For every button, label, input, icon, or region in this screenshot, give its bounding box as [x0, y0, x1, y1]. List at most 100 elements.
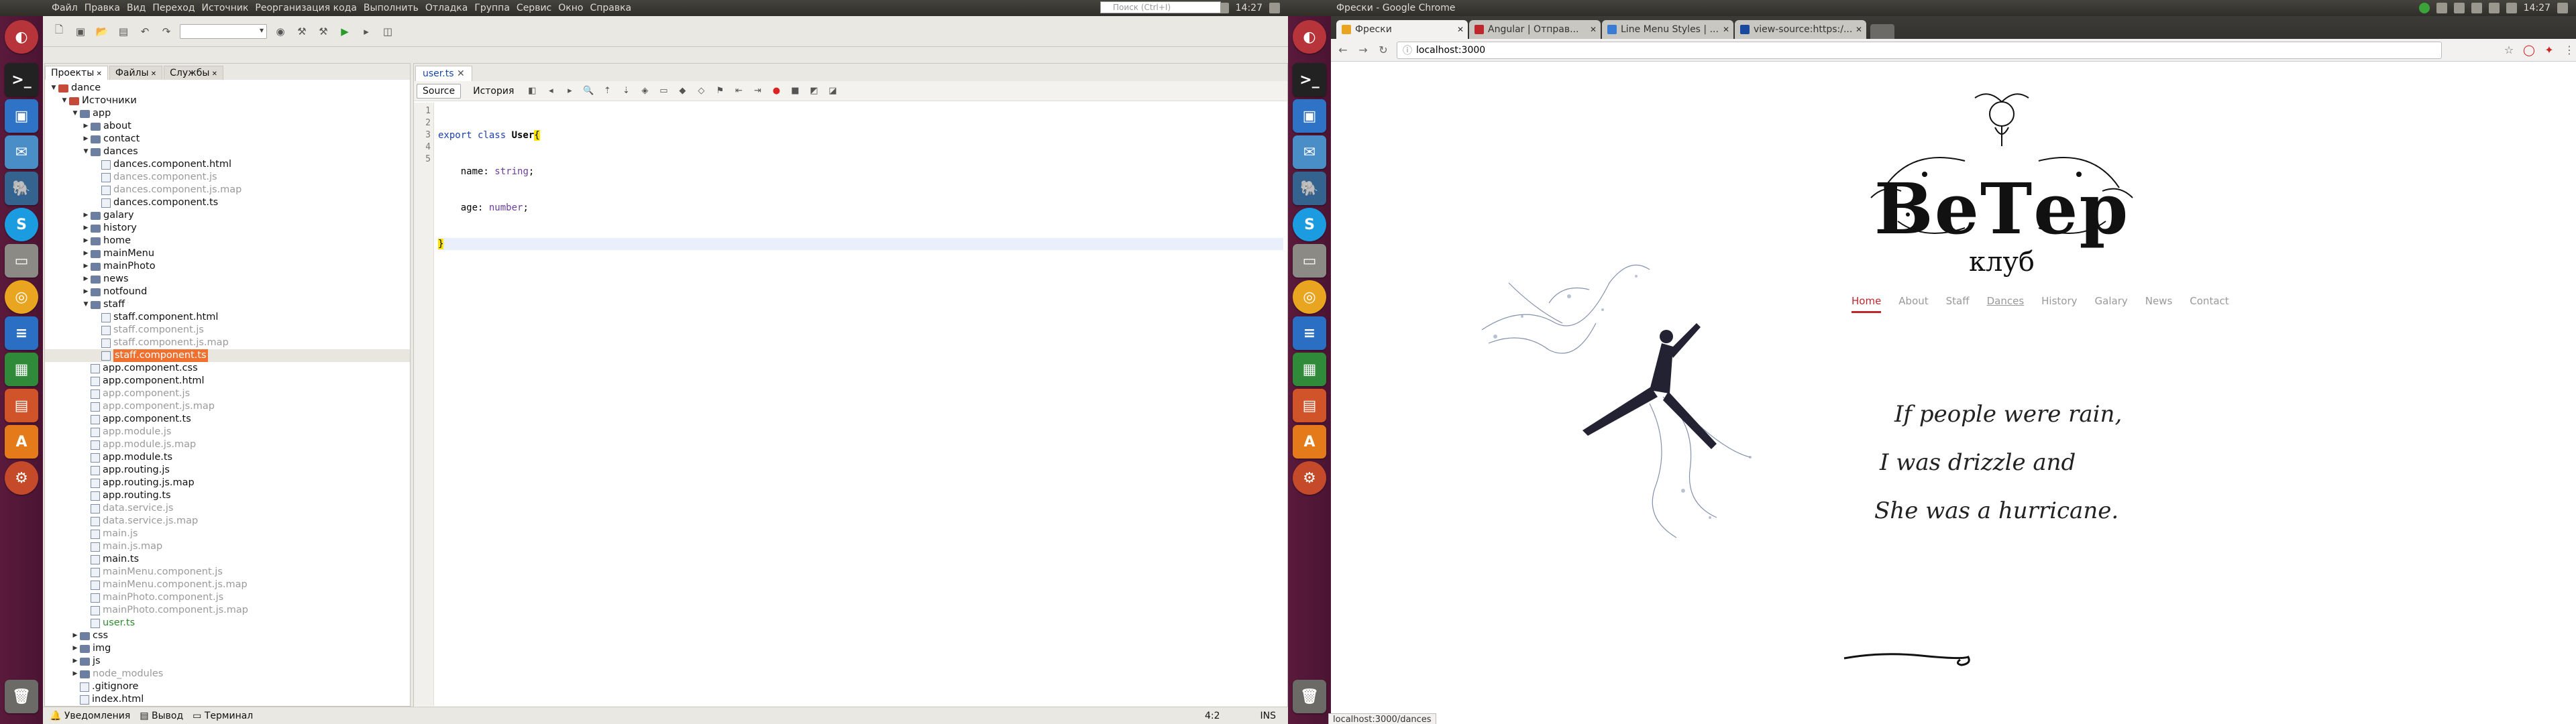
calc-icon[interactable]: ▦ [1293, 353, 1326, 386]
tree-node[interactable]: app.component.js [45, 387, 410, 400]
tree-node[interactable]: app.routing.js [45, 464, 410, 477]
menu-item-11[interactable]: Справка [586, 3, 635, 13]
thunderbird-icon[interactable]: ✉ [1293, 135, 1326, 169]
tree-node[interactable]: user.ts [45, 617, 410, 629]
output-button[interactable]: ▤ Вывод [140, 711, 183, 721]
site-logo[interactable]: ВеТер клуб [1844, 87, 2159, 308]
save-all-icon[interactable]: ▤ [115, 23, 131, 40]
chrome-icon[interactable]: ◎ [1293, 280, 1326, 314]
tree-node[interactable]: staff.component.ts [45, 349, 410, 362]
stop-macro-icon[interactable]: ● [770, 85, 782, 97]
tree-node[interactable]: app.routing.js.map [45, 477, 410, 489]
close-icon[interactable]: ✕ [1723, 25, 1729, 34]
chrome-menu-icon[interactable]: ⋮ [2563, 44, 2576, 56]
close-icon[interactable]: ✕ [94, 70, 101, 78]
virtualbox-icon[interactable]: ▣ [5, 99, 38, 133]
browser-icon[interactable]: ◉ [272, 23, 288, 40]
find-icon[interactable]: 🔍 [582, 85, 594, 97]
tree-node[interactable]: ▶ history [45, 222, 410, 235]
expand-toggle-icon[interactable]: ▶ [81, 133, 91, 145]
tree-node[interactable]: dances.component.js.map [45, 184, 410, 196]
nav-link-contact[interactable]: Contact [2190, 295, 2229, 313]
software-center-icon[interactable]: A [1293, 425, 1326, 459]
find-prev-icon[interactable]: ⇡ [601, 85, 613, 97]
settings-icon[interactable]: ⚙ [5, 461, 38, 495]
tree-node[interactable]: main.js.map [45, 540, 410, 553]
menu-item-3[interactable]: Переход [149, 3, 198, 13]
tree-node[interactable]: app.module.ts [45, 451, 410, 464]
wifi-icon[interactable] [2436, 3, 2447, 13]
dash-icon[interactable]: ◐ [5, 20, 38, 54]
close-icon[interactable]: ✕ [149, 70, 156, 78]
shift-right-icon[interactable]: ⇥ [751, 85, 763, 97]
last-edit-icon[interactable]: ◧ [526, 85, 538, 97]
nav-link-about[interactable]: About [1898, 295, 1928, 313]
close-icon[interactable]: ✕ [457, 68, 465, 79]
browser-tab-1[interactable]: Angular | Отправ... ✕ [1469, 20, 1601, 39]
menu-item-4[interactable]: Источник [199, 3, 252, 13]
debug-icon[interactable]: ▸ [358, 23, 374, 40]
postgres-icon[interactable]: 🐘 [5, 172, 38, 205]
tree-node[interactable]: ▼ Источники [45, 95, 410, 107]
nav-link-history[interactable]: History [2041, 295, 2077, 313]
expand-toggle-icon[interactable]: ▼ [60, 95, 69, 107]
uncomment-icon[interactable]: ◪ [826, 85, 839, 97]
terminal-icon[interactable]: >_ [1293, 63, 1326, 97]
tree-node[interactable]: mainMenu.component.js.map [45, 579, 410, 591]
tree-node[interactable]: ▶ node_modules [45, 668, 410, 680]
tree-node[interactable]: ▶ about [45, 120, 410, 133]
menu-item-1[interactable]: Правка [81, 3, 123, 13]
impress-icon[interactable]: ▤ [5, 389, 38, 422]
tree-node[interactable]: mainMenu.component.js [45, 566, 410, 579]
skype-icon[interactable]: S [1293, 208, 1326, 241]
back-icon[interactable]: ← [1336, 44, 1350, 56]
menu-item-0[interactable]: Файл [48, 3, 81, 13]
tree-node[interactable]: main.js [45, 528, 410, 540]
tree-node[interactable]: app.module.js.map [45, 438, 410, 451]
notifications-button[interactable]: 🔔 Уведомления [50, 711, 130, 721]
writer-icon[interactable]: ≡ [5, 316, 38, 350]
thunderbird-icon[interactable]: ✉ [5, 135, 38, 169]
close-icon[interactable]: ✕ [209, 70, 217, 78]
reload-icon[interactable]: ↻ [1377, 44, 1390, 56]
browser-tab-0[interactable]: Фрески ✕ [1336, 20, 1468, 39]
address-bar[interactable]: ⓘ localhost:3000 [1397, 41, 2442, 59]
menu-item-6[interactable]: Выполнить [360, 3, 422, 13]
dropbox-icon[interactable] [2418, 3, 2430, 13]
expand-toggle-icon[interactable]: ▶ [81, 286, 91, 298]
open-project-icon[interactable]: 📂 [94, 23, 110, 40]
power-icon[interactable] [2557, 3, 2568, 13]
terminal-button[interactable]: ▭ Терминал [193, 711, 253, 721]
toggle-highlight-icon[interactable]: ◈ [639, 85, 651, 97]
editor-tab[interactable]: user.ts ✕ [415, 66, 472, 81]
nav-link-dances[interactable]: Dances [1987, 295, 2025, 313]
menu-item-10[interactable]: Окно [555, 3, 586, 13]
bluetooth-icon[interactable] [2471, 3, 2482, 13]
opera-ext-icon[interactable]: ◯ [2522, 44, 2536, 56]
tree-node[interactable]: ▼ app [45, 107, 410, 120]
expand-toggle-icon[interactable]: ▶ [81, 120, 91, 133]
tree-node[interactable]: ▶ js [45, 655, 410, 668]
tree-node[interactable]: ▼ staff [45, 298, 410, 311]
next-bookmark-icon[interactable]: ◇ [695, 85, 707, 97]
undo-icon[interactable]: ↶ [137, 23, 153, 40]
tree-node[interactable]: data.service.js.map [45, 515, 410, 528]
code-area[interactable]: export class User{ name: string; age: nu… [438, 103, 1283, 310]
new-tab-button[interactable] [1870, 24, 1894, 39]
forward-icon[interactable]: ▸ [564, 85, 576, 97]
browser-tab-2[interactable]: Line Menu Styles | ... ✕ [1602, 20, 1733, 39]
tree-node[interactable]: data.service.js [45, 502, 410, 515]
settings-icon[interactable]: ⚙ [1293, 461, 1326, 495]
tree-node[interactable]: app.component.html [45, 375, 410, 387]
browser-tab-3[interactable]: view-source:https:/... ✕ [1735, 20, 1866, 39]
find-next-icon[interactable]: ⇣ [620, 85, 632, 97]
expand-toggle-icon[interactable]: ▶ [81, 247, 91, 260]
tree-node[interactable]: app.component.ts [45, 413, 410, 426]
expand-toggle-icon[interactable]: ▶ [81, 235, 91, 247]
config-combo[interactable] [180, 23, 267, 39]
redo-icon[interactable]: ↷ [158, 23, 174, 40]
panel-tab-0[interactable]: Проекты ✕ [45, 66, 108, 80]
clock[interactable]: 14:27 [2524, 3, 2551, 13]
volume-icon[interactable] [2506, 3, 2517, 13]
expand-toggle-icon[interactable]: ▶ [70, 629, 80, 642]
